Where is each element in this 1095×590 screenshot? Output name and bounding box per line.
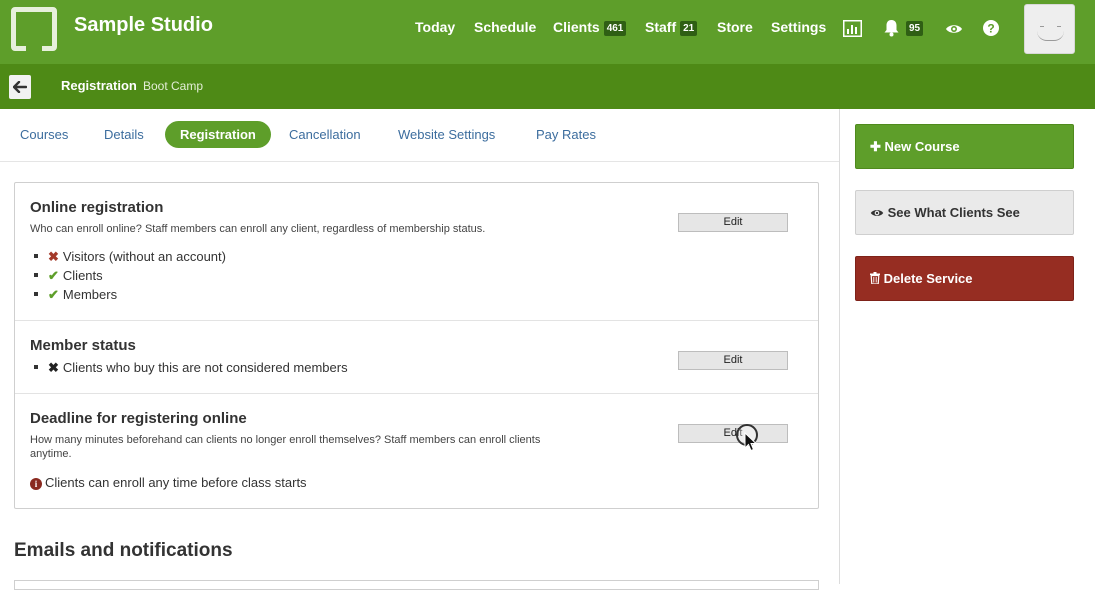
- page-title: Registration: [61, 78, 137, 93]
- list-item: ✖ Visitors (without an account): [34, 247, 226, 266]
- nav-staff[interactable]: Staff 21: [645, 19, 698, 36]
- nav-settings[interactable]: Settings: [771, 19, 826, 35]
- trash-icon: [870, 271, 880, 286]
- registration-eligibility-list: ✖ Visitors (without an account) ✔ Clients …: [34, 247, 226, 304]
- notifications-count-badge: 95: [906, 21, 924, 36]
- eligibility-label: Visitors (without an account): [62, 249, 226, 264]
- svg-text:?: ?: [987, 22, 994, 36]
- help-svg: ?: [983, 20, 999, 36]
- list-bullet: [34, 365, 38, 369]
- help-question-icon[interactable]: ?: [983, 20, 999, 41]
- list-bullet: [34, 273, 38, 277]
- online-registration-edit-button[interactable]: Edit: [678, 213, 788, 232]
- avatar-right-eye: [1057, 26, 1061, 27]
- back-arrow-icon[interactable]: [9, 75, 31, 99]
- tab-details[interactable]: Details: [104, 127, 144, 142]
- settings-tabs: Courses Details Registration Cancellatio…: [0, 109, 839, 162]
- registration-settings-panel: Online registration Who can enroll onlin…: [14, 182, 819, 509]
- not-member-x-icon: ✖: [48, 360, 59, 375]
- online-registration-description: Who can enroll online? Staff members can…: [30, 223, 486, 235]
- eye-svg: [946, 25, 962, 33]
- online-registration-title: Online registration: [30, 199, 164, 216]
- avatar-left-eye: [1040, 26, 1044, 27]
- tab-website-settings[interactable]: Website Settings: [398, 127, 495, 142]
- online-registration-section: Online registration Who can enroll onlin…: [15, 183, 818, 321]
- deadline-info: i Clients can enroll any time before clas…: [30, 475, 307, 490]
- mouse-pointer-icon: [744, 432, 758, 452]
- list-item: ✔ Members: [34, 285, 226, 304]
- nav-staff-label: Staff: [645, 19, 677, 35]
- tab-cancellation[interactable]: Cancellation: [289, 127, 361, 142]
- tab-pay-rates[interactable]: Pay Rates: [536, 127, 596, 142]
- delete-service-button[interactable]: Delete Service: [855, 256, 1074, 301]
- deadline-edit-button[interactable]: Edit: [678, 424, 788, 443]
- new-course-button[interactable]: ✚ New Course: [855, 124, 1074, 169]
- nav-clients[interactable]: Clients 461: [553, 19, 627, 36]
- member-status-title: Member status: [30, 337, 136, 354]
- eligibility-label: Clients: [62, 268, 103, 283]
- nav-clients-label: Clients: [553, 19, 600, 35]
- allowed-check-icon: ✔: [48, 287, 59, 302]
- back-arrow-svg: [12, 80, 28, 94]
- eye-icon: [870, 205, 884, 220]
- list-bullet: [34, 254, 38, 258]
- nav-store[interactable]: Store: [717, 19, 753, 35]
- clients-count-badge: 461: [603, 21, 627, 36]
- nav-today[interactable]: Today: [415, 19, 455, 35]
- bell-svg: [884, 20, 899, 37]
- deadline-description: How many minutes beforehand can clients …: [30, 434, 541, 460]
- info-icon: i: [30, 478, 42, 490]
- studio-name[interactable]: Sample Studio: [74, 14, 213, 37]
- member-status-section: Member status Edit ✖ Clients who buy this…: [15, 321, 818, 394]
- see-what-clients-see-button[interactable]: See What Clients See: [855, 190, 1074, 235]
- deadline-title: Deadline for registering online: [30, 410, 247, 427]
- allowed-check-icon: ✔: [48, 268, 59, 283]
- new-course-label: New Course: [884, 139, 960, 154]
- top-nav-bar: Sample Studio Today Schedule Clients 461 …: [0, 0, 1095, 64]
- list-bullet: [34, 292, 38, 296]
- delete-service-label: Delete Service: [883, 271, 973, 286]
- member-status-edit-button[interactable]: Edit: [678, 351, 788, 370]
- preview-eye-icon[interactable]: [945, 22, 963, 40]
- reports-chart-icon[interactable]: [843, 20, 862, 42]
- tab-courses[interactable]: Courses: [20, 127, 68, 142]
- list-item: ✔ Clients: [34, 266, 226, 285]
- breadcrumb: Registration Boot Camp: [0, 64, 1095, 109]
- member-status-list: ✖ Clients who buy this are not considered…: [34, 358, 348, 377]
- nav-schedule[interactable]: Schedule: [474, 19, 536, 35]
- plus-icon: ✚: [870, 139, 885, 154]
- emails-notifications-heading: Emails and notifications: [14, 540, 233, 561]
- user-avatar[interactable]: [1024, 4, 1075, 54]
- member-status-label: Clients who buy this are not considered …: [62, 360, 348, 375]
- not-allowed-x-icon: ✖: [48, 249, 59, 264]
- see-what-clients-see-label: See What Clients See: [887, 205, 1020, 220]
- see-eye-svg: [870, 210, 884, 216]
- staff-count-badge: 21: [680, 21, 698, 36]
- page-subtitle: Boot Camp: [143, 79, 204, 93]
- notifications-bell-icon[interactable]: [883, 19, 900, 42]
- eligibility-label: Members: [62, 287, 118, 302]
- studio-logo[interactable]: [11, 7, 57, 51]
- reports-chart-svg: [843, 20, 862, 37]
- deadline-info-text: Clients can enroll any time before class…: [45, 475, 307, 490]
- trash-svg: [870, 272, 880, 285]
- emails-notifications-panel: [14, 580, 819, 590]
- deadline-section: Deadline for registering online How many…: [15, 394, 818, 508]
- column-divider: [839, 109, 840, 584]
- list-item: ✖ Clients who buy this are not considered…: [34, 358, 348, 377]
- avatar-mouth: [1037, 31, 1064, 41]
- tab-registration[interactable]: Registration: [165, 121, 271, 148]
